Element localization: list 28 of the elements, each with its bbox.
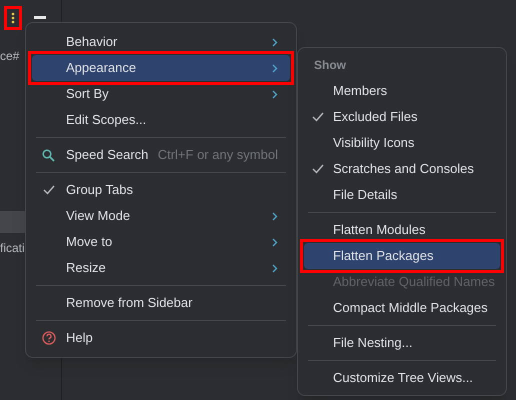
- menu-item[interactable]: Excluded Files: [304, 104, 500, 130]
- menu-item[interactable]: Compact Middle Packages: [304, 295, 500, 321]
- menu-item[interactable]: Scratches and Consoles: [304, 156, 500, 182]
- help-icon: [42, 331, 56, 345]
- menu-item[interactable]: Help: [32, 325, 290, 351]
- menu-item[interactable]: Move to: [32, 229, 290, 255]
- menu-item[interactable]: File Nesting...: [304, 330, 500, 356]
- menu-item[interactable]: Visibility Icons: [304, 130, 500, 156]
- section-header: Show: [313, 57, 347, 74]
- menu-item[interactable]: Flatten Packages: [304, 243, 500, 269]
- more-icon[interactable]: [11, 12, 15, 24]
- menu-item[interactable]: Group Tabs: [32, 177, 290, 203]
- menu-item[interactable]: Customize Tree Views...: [304, 365, 500, 391]
- menu-item[interactable]: Resize: [32, 255, 290, 281]
- menu-item[interactable]: Flatten Modules: [304, 217, 500, 243]
- menu-item[interactable]: Edit Scopes...: [32, 107, 290, 133]
- menu-item[interactable]: Remove from Sidebar: [32, 290, 290, 316]
- menu-item[interactable]: Speed Search Ctrl+F or any symbol: [32, 142, 290, 168]
- menu-item[interactable]: View Mode: [32, 203, 290, 229]
- tree-item-text: ficati: [0, 240, 25, 256]
- tree-item-text: ce#: [0, 48, 20, 64]
- menu-item[interactable]: Members: [304, 78, 500, 104]
- menu-item[interactable]: Sort By: [32, 81, 290, 107]
- menu-item[interactable]: File Details: [304, 182, 500, 208]
- menu-item[interactable]: Appearance: [32, 55, 290, 81]
- search-icon: [42, 148, 55, 162]
- shortcut-hint: Ctrl+F or any symbol: [158, 146, 278, 164]
- menu-item[interactable]: Behavior: [32, 29, 290, 55]
